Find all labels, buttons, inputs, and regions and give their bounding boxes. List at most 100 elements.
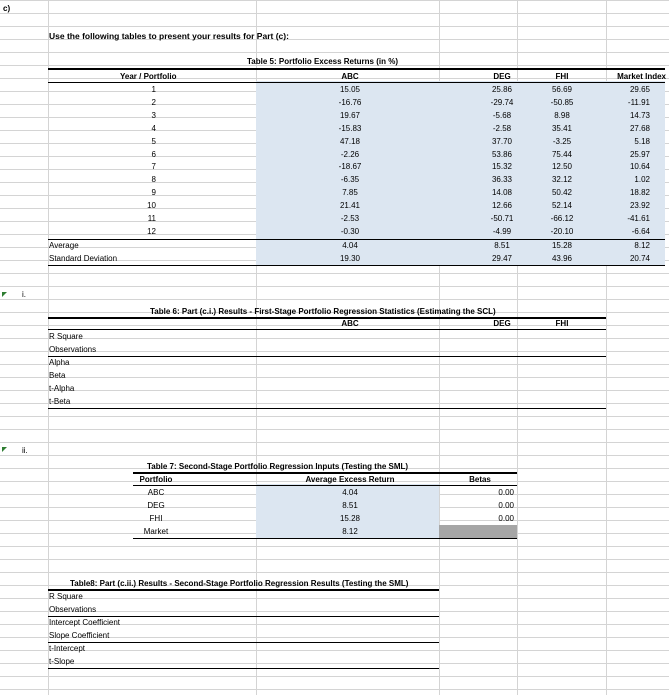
table5-header-border bbox=[48, 82, 665, 83]
table6-row-label: t-Alpha bbox=[49, 384, 75, 393]
table5-average-abc: 4.04 bbox=[342, 241, 358, 250]
table5-deg-cell: -50.71 bbox=[490, 214, 514, 223]
table6-row-label: R Square bbox=[49, 332, 83, 341]
table5-bottom-border bbox=[48, 265, 665, 266]
table5-header-year: Year / Portfolio bbox=[120, 72, 177, 81]
table5-deg-cell: 12.66 bbox=[491, 201, 513, 211]
table5-abc-cell: -6.35 bbox=[340, 175, 360, 185]
section-i-label: i. bbox=[22, 290, 26, 299]
table5-deg-cell: 25.86 bbox=[491, 85, 513, 94]
table5-deg-cell: -29.74 bbox=[490, 97, 514, 107]
table5-deg-cell: 37.70 bbox=[491, 136, 513, 146]
table5-sd-abc: 19.30 bbox=[339, 254, 361, 263]
table5-market-cell: -6.64 bbox=[631, 226, 650, 236]
table7-header-border bbox=[133, 485, 517, 486]
table7-beta-cell: 0.00 bbox=[498, 488, 514, 497]
table7-avg-return-cell: 4.04 bbox=[342, 488, 358, 497]
table7-beta-cell: 0.00 bbox=[498, 514, 514, 523]
table5-market-cell: 10.64 bbox=[629, 162, 650, 172]
table5-title: Table 5: Portfolio Excess Returns (in %) bbox=[247, 57, 398, 66]
table5-fhi-cell: 56.69 bbox=[551, 85, 573, 94]
table6-row-label: t-Beta bbox=[49, 397, 71, 406]
table5-deg-cell: -5.68 bbox=[492, 110, 512, 120]
table5-average-fhi: 15.28 bbox=[551, 241, 573, 250]
table5-market-cell: -11.91 bbox=[627, 97, 650, 107]
table5-year-cell: 3 bbox=[151, 110, 156, 120]
table5-fhi-cell: -50.85 bbox=[550, 97, 574, 107]
table8-row-label: R Square bbox=[49, 592, 83, 601]
table6-row-label: Beta bbox=[49, 371, 66, 380]
table5-year-cell: 5 bbox=[151, 136, 156, 146]
table6-header-border bbox=[48, 329, 606, 330]
table6-header-abc: ABC bbox=[341, 319, 359, 328]
table5-market-cell: 18.82 bbox=[629, 188, 650, 198]
table5-deg-cell: -2.58 bbox=[492, 123, 512, 133]
table7-header-betas: Betas bbox=[469, 475, 491, 484]
table6-header-deg: DEG bbox=[493, 319, 511, 328]
table5-market-cell: 29.65 bbox=[629, 85, 650, 94]
table6-row-border bbox=[48, 408, 606, 409]
table5-year-cell: 12 bbox=[147, 226, 156, 236]
table5-deg-cell: 15.32 bbox=[491, 162, 513, 172]
table5-abc-cell: -2.26 bbox=[340, 149, 360, 159]
table5-market-cell: 23.92 bbox=[629, 201, 650, 211]
table8-row-border bbox=[48, 616, 439, 617]
table7-header-portfolio: Portfolio bbox=[139, 475, 173, 484]
table5-sd-market: 20.74 bbox=[629, 254, 650, 263]
table7-portfolio-cell: Market bbox=[143, 527, 169, 536]
table5-year-cell: 8 bbox=[151, 175, 156, 185]
table5-market-cell: 1.02 bbox=[634, 175, 650, 185]
table8-row-border bbox=[48, 668, 439, 669]
table8-row-label: Observations bbox=[49, 605, 97, 614]
table5-year-cell: 2 bbox=[151, 97, 156, 107]
table7-title: Table 7: Second-Stage Portfolio Regressi… bbox=[147, 462, 409, 471]
table6-header-fhi: FHI bbox=[555, 319, 569, 328]
table7-bottom-border bbox=[133, 538, 517, 539]
table5-deg-cell: 36.33 bbox=[491, 175, 513, 185]
table5-abc-cell: -15.83 bbox=[338, 123, 362, 133]
table5-header-fhi: FHI bbox=[555, 72, 569, 81]
table5-fhi-cell: 35.41 bbox=[551, 123, 573, 133]
table5-year-cell: 6 bbox=[151, 149, 156, 159]
table6-title: Table 6: Part (c.i.) Results - First-Sta… bbox=[150, 307, 496, 316]
table5-top-border bbox=[48, 68, 665, 70]
table5-fhi-cell: -3.25 bbox=[552, 136, 572, 146]
table5-sd-label: Standard Deviation bbox=[49, 254, 118, 263]
table7-avg-return-cell: 15.28 bbox=[339, 514, 361, 523]
table5-market-cell: 5.18 bbox=[634, 136, 650, 146]
table7-avg-return-cell: 8.51 bbox=[342, 501, 358, 510]
table5-header-market: Market Index bbox=[617, 72, 666, 81]
table7-avg-return-cell: 8.12 bbox=[342, 527, 358, 536]
table5-deg-cell: 14.08 bbox=[491, 188, 513, 198]
table5-abc-cell: -16.76 bbox=[338, 97, 362, 107]
table7-portfolio-cell: ABC bbox=[147, 488, 165, 497]
table5-sd-fhi: 43.96 bbox=[551, 254, 573, 263]
table5-abc-cell: -0.30 bbox=[340, 226, 360, 236]
table5-year-cell: 7 bbox=[151, 162, 156, 172]
table8-top-border bbox=[48, 589, 439, 591]
table5-fhi-cell: 32.12 bbox=[551, 175, 573, 185]
table5-year-cell: 4 bbox=[151, 123, 156, 133]
table8-row-label: Intercept Coefficient bbox=[49, 618, 121, 627]
table7-market-beta-cell bbox=[439, 525, 517, 538]
table5-average-label: Average bbox=[49, 241, 79, 250]
table7-portfolio-cell: DEG bbox=[147, 501, 165, 510]
table5-year-cell: 9 bbox=[151, 188, 156, 198]
table5-header-deg: DEG bbox=[493, 72, 511, 81]
comment-marker-icon bbox=[2, 292, 7, 297]
table5-average-market: 8.12 bbox=[634, 241, 650, 250]
table7-top-border bbox=[133, 472, 517, 474]
table7-beta-cell: 0.00 bbox=[498, 501, 514, 510]
table5-market-cell: 27.68 bbox=[629, 123, 650, 133]
table5-rows-bottom-border bbox=[48, 239, 665, 240]
table5-abc-cell: 21.41 bbox=[339, 201, 361, 211]
section-ii-label: ii. bbox=[22, 446, 28, 455]
table8-row-label: t-Intercept bbox=[49, 644, 86, 653]
table5-abc-cell: 7.85 bbox=[342, 188, 358, 198]
table6-row-border bbox=[48, 356, 606, 357]
table6-row-label: Alpha bbox=[49, 358, 70, 367]
table8-row-label: t-Slope bbox=[49, 657, 75, 666]
table5-fhi-cell: 12.50 bbox=[551, 162, 573, 172]
part-label: c) bbox=[3, 4, 11, 13]
table5-market-cell: 25.97 bbox=[629, 149, 650, 159]
